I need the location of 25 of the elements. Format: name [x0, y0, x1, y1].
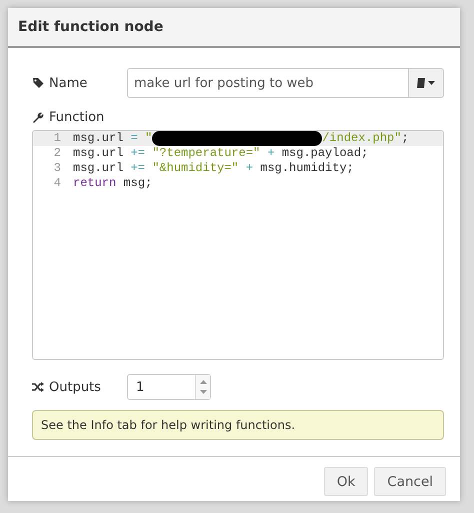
code-line: msg.url += "&humidity=" + msg.humidity;: [72, 161, 354, 176]
library-button[interactable]: [408, 68, 444, 98]
spin-arrows-icon[interactable]: [200, 380, 206, 394]
help-tip: See the Info tab for help writing functions.: [32, 410, 444, 440]
book-icon: [417, 78, 425, 88]
function-label: Function: [49, 110, 104, 125]
cancel-button[interactable]: Cancel: [374, 467, 446, 496]
name-label: Name: [49, 76, 88, 90]
code-line: return msg;: [72, 176, 152, 191]
code-line: msg.url += "?temperature=" + msg.payload;: [72, 146, 368, 161]
code-line: msg.url = " /index.php";: [72, 131, 409, 146]
wrench-icon: [32, 112, 44, 124]
ok-button[interactable]: Ok: [324, 467, 368, 496]
outputs-spinner[interactable]: 1: [127, 374, 211, 400]
caret-icon: [428, 81, 435, 85]
line-number: 2: [52, 146, 62, 161]
name-field[interactable]: make url for posting to web: [127, 68, 408, 98]
shuffle-icon: [32, 381, 44, 393]
line-number: 3: [52, 161, 62, 176]
dialog-title: Edit function node: [8, 8, 460, 48]
code-editor[interactable]: 1 msg.url = " /index.php"; 2 msg.url += "?temperature=" + msg.payload; 3 msg.url += "&humidity=" + msg.humidity; 4 return msg;: [32, 130, 444, 360]
line-number: 4: [52, 176, 62, 191]
line-number: 1: [52, 131, 62, 146]
tag-icon: [32, 77, 44, 89]
outputs-label: Outputs: [49, 380, 101, 394]
